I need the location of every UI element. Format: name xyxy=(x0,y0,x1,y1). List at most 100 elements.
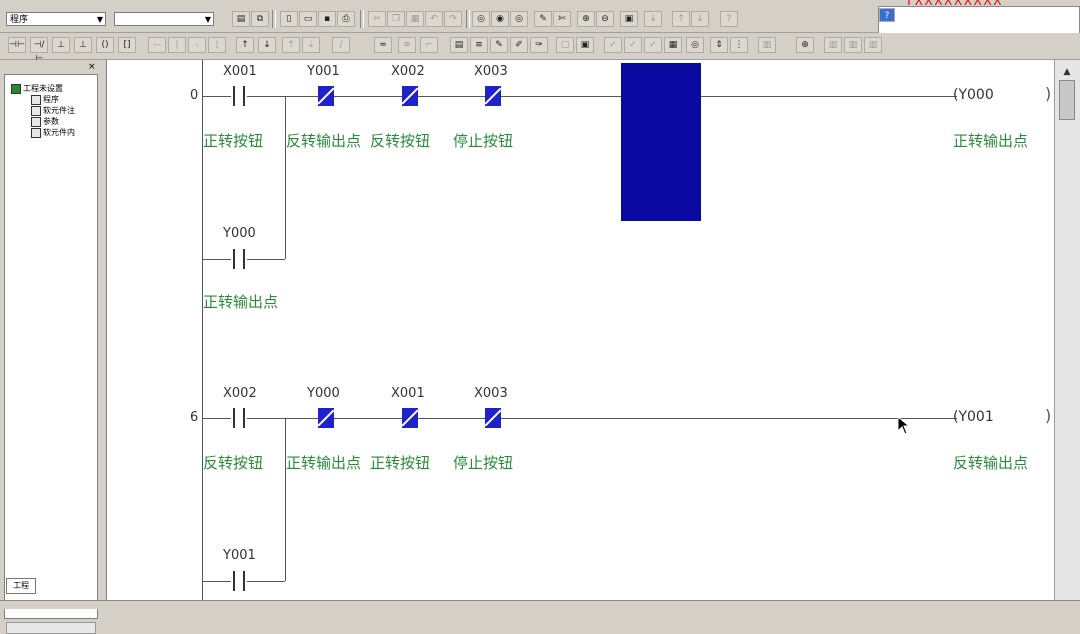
ladder-monitor-button[interactable]: ▦ xyxy=(664,37,682,53)
project-tree: 工程未设置 程序 软元件注 参数 软元件内 xyxy=(4,74,98,619)
contact-parallel-nc-button[interactable]: ⊥ xyxy=(74,37,92,53)
tree-item-program[interactable]: 程序 xyxy=(31,94,59,105)
note-button[interactable]: ✑ xyxy=(530,37,548,53)
contact-parallel-button[interactable]: ⊥ xyxy=(52,37,70,53)
contact-no[interactable] xyxy=(231,86,247,106)
contact-no[interactable] xyxy=(231,571,247,591)
grid-button[interactable]: ▥ xyxy=(844,37,862,53)
check-icon xyxy=(31,116,41,127)
find-next-button[interactable]: ◎ xyxy=(510,11,528,27)
coil-button[interactable]: () xyxy=(96,37,114,53)
statement-button[interactable]: ✐ xyxy=(510,37,528,53)
pulse-parallel-button[interactable]: ⇡ xyxy=(282,37,300,53)
edit-pen-button[interactable]: ✎ xyxy=(534,11,552,27)
new-file-button[interactable]: ▯ xyxy=(280,11,298,27)
layout-button[interactable]: ▥ xyxy=(864,37,882,53)
split-button[interactable]: ⋮ xyxy=(730,37,748,53)
convert-button[interactable]: ≈ xyxy=(374,37,392,53)
line-tool-button[interactable]: ⌐ xyxy=(420,37,438,53)
main-toolbar: 程序 ▼ ▼ ▤ ⧉ ▯ ▭ ▪ ⎙ ✂ ❐ ▦ ↶ ↷ ◎ ◉ ◎ ✎ ✄ ⊕ … xyxy=(0,0,1080,42)
properties-button[interactable]: ▤ xyxy=(232,11,250,27)
verify-button[interactable]: ? xyxy=(720,11,738,27)
pulse-fall-button[interactable]: ↓ xyxy=(258,37,276,53)
replace-button[interactable]: ✄ xyxy=(553,11,571,27)
device-list-button[interactable]: ▥ xyxy=(758,37,776,53)
contact-nc[interactable] xyxy=(318,86,334,106)
contact-nc[interactable] xyxy=(485,408,501,428)
tab-project[interactable]: 工程 xyxy=(6,578,36,594)
program-mode-select[interactable]: 程序 ▼ xyxy=(6,12,106,26)
paste-button[interactable]: ▦ xyxy=(406,11,424,27)
zoom-in-button[interactable]: ⊕ xyxy=(577,11,595,27)
device-comment: 正转输出点 xyxy=(286,454,362,472)
contact-no[interactable] xyxy=(231,408,247,428)
edit-cursor[interactable] xyxy=(621,63,701,221)
rung-line xyxy=(202,96,957,97)
scroll-thumb[interactable] xyxy=(1059,80,1075,120)
search-device-button[interactable]: ◎ xyxy=(686,37,704,53)
ladder-editor[interactable]: 0 X001 正转按钮 Y001 反转输出点 X002 反转按钮 X003 停止… xyxy=(106,60,1055,608)
pulse-parallel-fall-button[interactable]: ⇣ xyxy=(302,37,320,53)
tree-horizontal-scrollbar[interactable] xyxy=(6,622,96,634)
invert-button[interactable]: / xyxy=(332,37,350,53)
search-icon[interactable]: ◎ xyxy=(472,11,490,27)
redo-button[interactable]: ↷ xyxy=(444,11,462,27)
print-button[interactable]: ⎙ xyxy=(337,11,355,27)
contact-nc-button[interactable]: ⊣/⊢ xyxy=(30,37,48,64)
device-comment: 正转按钮 xyxy=(203,132,264,150)
open-file-button[interactable]: ▭ xyxy=(299,11,317,27)
contact-no[interactable] xyxy=(231,249,247,269)
output-coil[interactable]: (Y001 xyxy=(953,409,994,425)
monitor-mode-button[interactable]: ✓ xyxy=(644,37,662,53)
copy-button[interactable]: ❐ xyxy=(387,11,405,27)
vline-button[interactable]: | xyxy=(168,37,186,53)
device-select[interactable]: ▼ xyxy=(114,12,214,26)
vertical-scrollbar[interactable]: ▲ xyxy=(1054,60,1080,608)
read-mode-button[interactable]: ✓ xyxy=(624,37,642,53)
hline-button[interactable]: — xyxy=(148,37,166,53)
tree-item-project[interactable]: 工程未设置 xyxy=(11,83,63,94)
folder-icon xyxy=(31,94,41,105)
contact-nc[interactable] xyxy=(402,86,418,106)
contact-nc[interactable] xyxy=(318,408,334,428)
monitor-button[interactable]: ▣ xyxy=(620,11,638,27)
find-device-button[interactable]: ◉ xyxy=(491,11,509,27)
tree-item-parameter[interactable]: 参数 xyxy=(31,116,59,127)
branch-line xyxy=(285,96,286,259)
delete-hline-button[interactable]: ‐ xyxy=(188,37,206,53)
delete-vline-button[interactable]: ¦ xyxy=(208,37,226,53)
help-icon[interactable]: ? xyxy=(879,8,895,22)
contact-no-button[interactable]: ⊣⊢ xyxy=(8,37,26,53)
tree-item-device-memory[interactable]: 软元件内 xyxy=(31,127,75,138)
zoom-out-button[interactable]: ⊖ xyxy=(596,11,614,27)
output-coil[interactable]: (Y000 xyxy=(953,87,994,103)
edit-mode-button[interactable]: ✓ xyxy=(604,37,622,53)
tree-item-device-comment[interactable]: 软元件注 xyxy=(31,105,75,116)
mark-button[interactable]: ▣ xyxy=(576,37,594,53)
read-plc-button[interactable]: ↑ xyxy=(672,11,690,27)
convert-all-button[interactable]: ≋ xyxy=(398,37,416,53)
save-button[interactable]: ▪ xyxy=(318,11,336,27)
vertical-scroll-button[interactable]: ⇕ xyxy=(710,37,728,53)
cut-button[interactable]: ✂ xyxy=(368,11,386,27)
comment-button[interactable]: ✎ xyxy=(490,37,508,53)
pulse-rise-button[interactable]: ↑ xyxy=(236,37,254,53)
device-comment: 停止按钮 xyxy=(453,132,514,150)
contact-device: Y001 xyxy=(307,64,340,79)
list-view-button[interactable]: ≡ xyxy=(470,37,488,53)
close-icon[interactable]: × xyxy=(88,62,96,72)
coil-bracket: ) xyxy=(1045,406,1052,425)
alias-button[interactable]: ▢ xyxy=(556,37,574,53)
window-button[interactable]: ⧉ xyxy=(251,11,269,27)
contact-nc[interactable] xyxy=(402,408,418,428)
device-comment: 反转按钮 xyxy=(203,454,264,472)
write-plc-button[interactable]: ↓ xyxy=(691,11,709,27)
function-button[interactable]: [] xyxy=(118,37,136,53)
zoom-button[interactable]: ⊕ xyxy=(796,37,814,53)
undo-button[interactable]: ↶ xyxy=(425,11,443,27)
ladder-view-button[interactable]: ▤ xyxy=(450,37,468,53)
scroll-up-icon[interactable]: ▲ xyxy=(1059,64,1075,80)
block-button[interactable]: ▥ xyxy=(824,37,842,53)
write-button[interactable]: ↓ xyxy=(644,11,662,27)
contact-nc[interactable] xyxy=(485,86,501,106)
